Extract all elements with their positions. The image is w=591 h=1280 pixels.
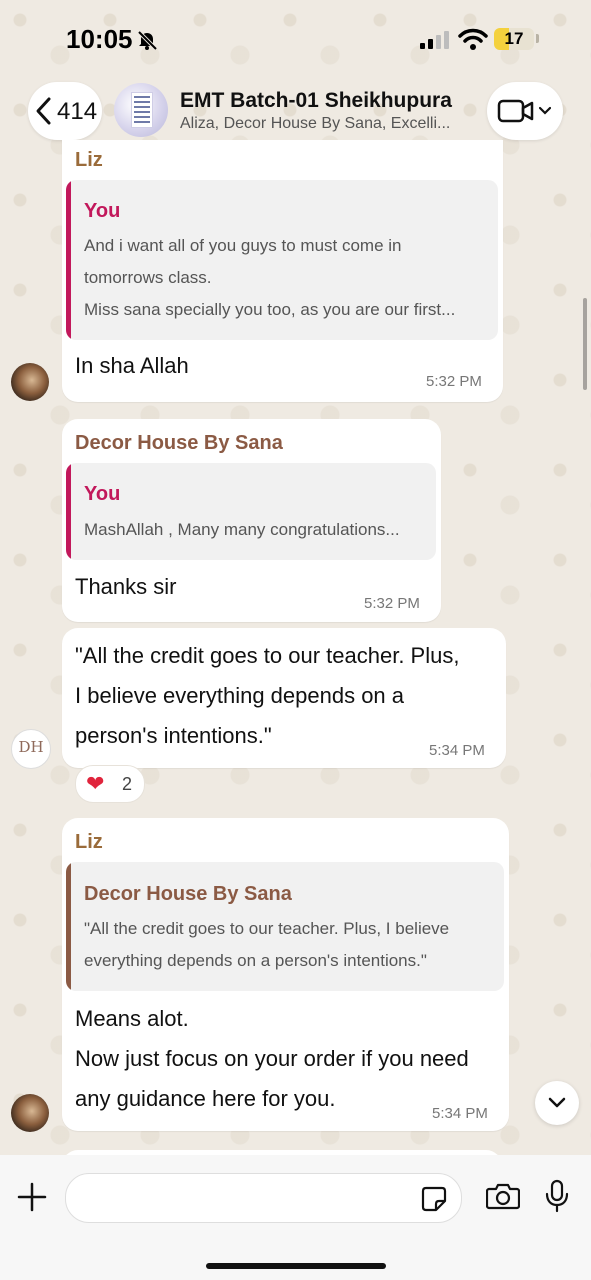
message-input[interactable] — [82, 1184, 416, 1214]
message-text: In sha Allah — [75, 353, 189, 378]
chat-title[interactable]: EMT Batch-01 Sheikhupura — [180, 89, 452, 113]
status-bar: 10:05 17 — [0, 0, 591, 80]
message-sender: Decor House By Sana — [75, 432, 283, 454]
message-time: 5:32 PM — [364, 595, 420, 612]
message-time: 5:34 PM — [429, 742, 485, 759]
quote-line: "All the credit goes to our teacher. Plu… — [84, 919, 450, 938]
battery-cap — [536, 34, 539, 43]
message-time: 5:32 PM — [426, 373, 482, 390]
scroll-indicator[interactable] — [583, 298, 587, 390]
message-sender: Liz — [75, 149, 103, 171]
chevron-down-icon — [548, 1097, 566, 1108]
chat-participants[interactable]: Aliza, Decor House By Sana, Excelli... — [180, 115, 470, 133]
quote-line: And i want all of you guys to must come … — [84, 236, 402, 255]
quote-bar — [66, 862, 71, 991]
video-call-button[interactable] — [487, 82, 563, 140]
message-text: person's intentions." — [75, 723, 272, 748]
message-text: "All the credit goes to our teacher. Plu… — [75, 643, 460, 668]
back-button[interactable]: 414 — [28, 82, 102, 140]
quote-line: tomorrows class. — [84, 268, 212, 287]
message-input-container[interactable] — [65, 1173, 462, 1223]
quoted-message[interactable]: You And i want all of you guys to must c… — [66, 180, 498, 340]
chevron-down-icon — [539, 106, 551, 115]
battery-indicator: 17 — [494, 28, 534, 50]
wifi-icon — [458, 28, 488, 50]
bell-slash-icon — [137, 30, 158, 51]
message-text: any guidance here for you. — [75, 1086, 336, 1111]
message-bubble[interactable]: Liz You And i want all of you guys to mu… — [62, 140, 503, 402]
status-time: 10:05 — [66, 24, 133, 54]
message-text: Means alot. — [75, 1006, 189, 1031]
signal-icon — [420, 31, 449, 49]
reaction-count: 2 — [122, 774, 133, 794]
quote-line: everything depends on a person's intenti… — [84, 951, 427, 970]
video-camera-icon — [497, 99, 534, 123]
quote-author: You — [84, 483, 121, 505]
group-avatar-image — [131, 92, 153, 128]
avatar-logo-text: DH — [18, 738, 44, 756]
sticker-icon[interactable] — [421, 1186, 447, 1212]
battery-level: 17 — [504, 29, 524, 48]
heart-icon: ❤ — [86, 771, 105, 796]
plus-icon[interactable] — [17, 1182, 47, 1212]
message-text: Now just focus on your order if you need — [75, 1046, 469, 1071]
sender-avatar[interactable] — [11, 363, 49, 401]
message-bubble[interactable]: Liz Decor House By Sana "All the credit … — [62, 818, 509, 1131]
quote-line: Miss sana specially you too, as you are … — [84, 300, 456, 319]
reaction-badge[interactable]: ❤ 2 — [75, 765, 145, 803]
message-bubble[interactable]: Decor House By Sana You MashAllah , Many… — [62, 419, 441, 622]
scroll-to-bottom-button[interactable] — [535, 1081, 579, 1125]
chevron-left-icon — [36, 97, 51, 125]
camera-icon[interactable] — [486, 1182, 520, 1210]
unread-count: 414 — [57, 98, 98, 125]
microphone-icon[interactable] — [545, 1179, 569, 1213]
quote-author: You — [84, 200, 121, 222]
message-bubble[interactable]: "All the credit goes to our teacher. Plu… — [62, 628, 506, 768]
message-time: 5:34 PM — [432, 1105, 488, 1122]
quote-author: Decor House By Sana — [84, 883, 292, 905]
sender-avatar[interactable] — [11, 1094, 49, 1132]
quote-bar — [66, 463, 71, 560]
message-sender: Liz — [75, 831, 103, 853]
quoted-message[interactable]: Decor House By Sana "All the credit goes… — [66, 862, 504, 991]
quote-line: MashAllah , Many many congratulations... — [84, 520, 400, 539]
home-indicator — [206, 1263, 386, 1269]
message-text: I believe everything depends on a — [75, 683, 405, 708]
group-avatar[interactable] — [114, 83, 168, 137]
quote-bar — [66, 180, 71, 340]
composer-bar — [0, 1155, 591, 1280]
message-text: Thanks sir — [75, 574, 177, 599]
quoted-message[interactable]: You MashAllah , Many many congratulation… — [66, 463, 436, 560]
sender-avatar[interactable]: DH — [11, 729, 51, 769]
